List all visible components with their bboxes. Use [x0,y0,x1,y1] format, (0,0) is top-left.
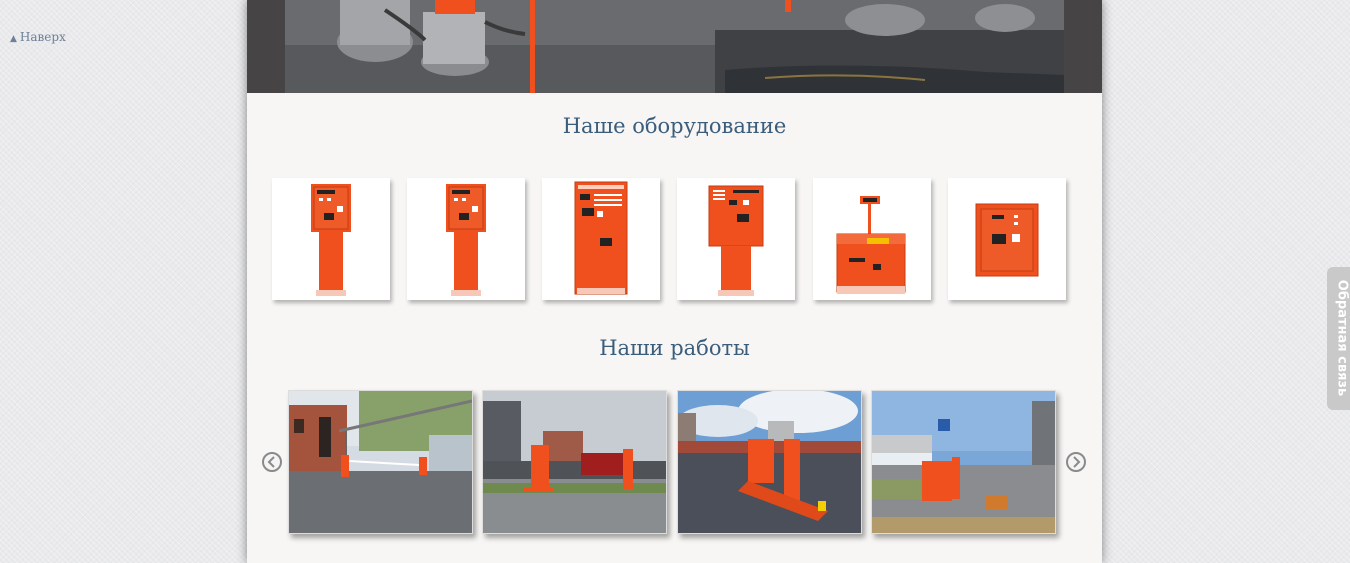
carousel-prev-button[interactable] [262,452,282,472]
equipment-item[interactable] [272,178,390,300]
hero-banner [247,0,1102,93]
equipment-item[interactable] [407,178,525,300]
chevron-right-icon [1073,456,1081,468]
work-photo[interactable] [677,390,862,534]
up-arrow-icon: ▲ [10,34,17,44]
back-to-top-label: Наверх [19,30,66,44]
equipment-item[interactable] [542,178,660,300]
equipment-section-title: Наше оборудование [562,114,787,138]
back-to-top-link[interactable]: ▲ Наверх [10,30,66,44]
work-photo[interactable] [288,390,473,534]
works-section-title: Наши работы [599,336,750,360]
work-photo[interactable] [482,390,667,534]
equipment-item[interactable] [948,178,1066,300]
feedback-label: Обратная связь [1334,279,1350,397]
page-content: Наше оборудование Наши работы [247,0,1102,563]
feedback-tab[interactable]: Обратная связь [1327,267,1350,410]
equipment-item[interactable] [813,178,931,300]
hero-image [285,0,1065,93]
equipment-image [311,184,351,296]
chevron-left-icon [267,456,275,468]
equipment-item[interactable] [677,178,795,300]
carousel-next-button[interactable] [1066,452,1086,472]
hero-photo [285,0,1065,93]
work-photo[interactable] [871,390,1056,534]
